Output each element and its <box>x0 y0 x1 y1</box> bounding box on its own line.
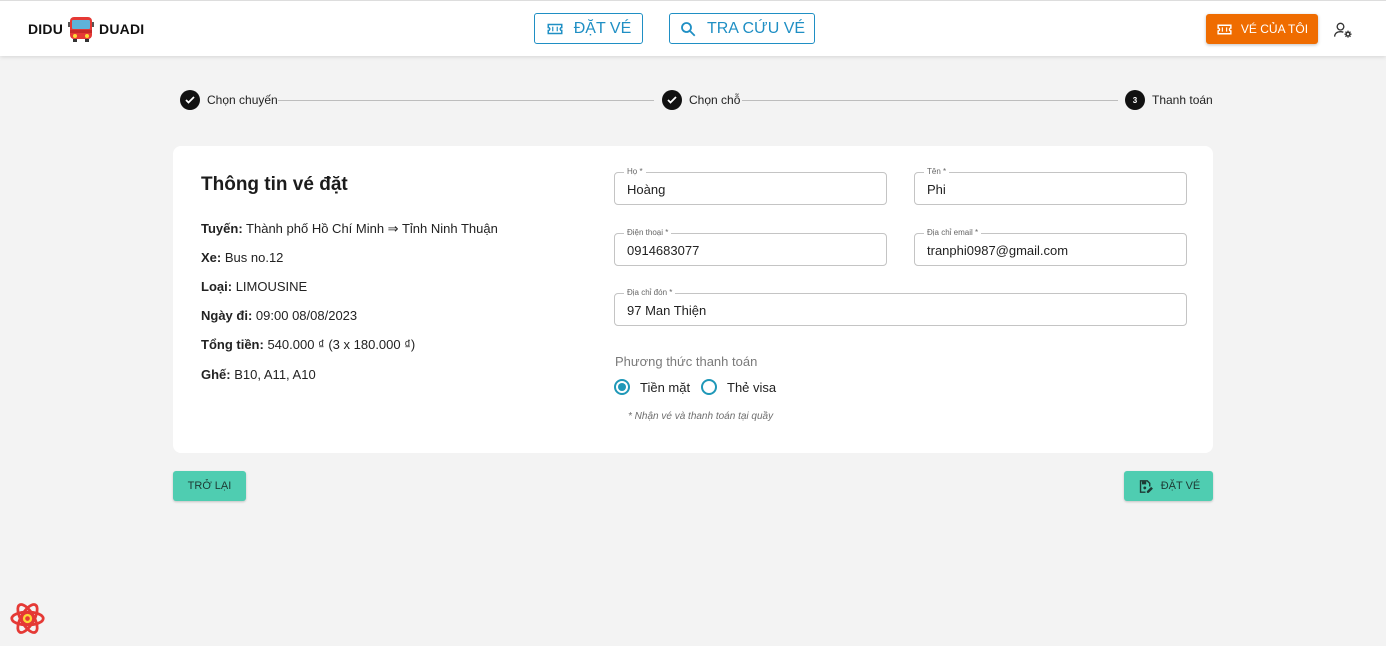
check-icon <box>667 96 677 104</box>
search-icon <box>681 21 696 36</box>
info-value: 09:00 08/08/2023 <box>255 308 358 323</box>
info-label: Ngày đi: <box>201 308 253 323</box>
first-name-value: Phi <box>927 182 946 197</box>
stepper-connector <box>278 100 654 101</box>
step-label: Chọn chuyến <box>207 93 278 107</box>
payment-note: * Nhận vé và thanh toán tại quầy <box>628 411 774 422</box>
email-label: Địa chỉ email * <box>924 227 982 239</box>
booking-card: Thông tin vé đặt Tuyến: Thành phố Hồ Chí… <box>173 146 1213 453</box>
info-seats: Ghế: B10, A11, A10 <box>201 367 316 382</box>
book-ticket-nav-button[interactable]: ĐẶT VÉ <box>534 13 643 44</box>
step-done-indicator <box>180 90 200 110</box>
phone-field[interactable]: Điện thoại * 0914683077 <box>614 227 887 266</box>
info-value: LIMOUSINE <box>235 279 308 294</box>
booking-info-title: Thông tin vé đặt <box>201 174 348 195</box>
pickup-address-field[interactable]: Địa chỉ đón * 97 Man Thiện <box>614 287 1187 326</box>
submit-booking-label: ĐẶT VÉ <box>1160 480 1201 492</box>
info-date: Ngày đi: 09:00 08/08/2023 <box>201 308 357 323</box>
info-label: Loại: <box>201 279 233 294</box>
first-name-label: Tên * <box>924 166 950 178</box>
save-edit-icon <box>1139 479 1153 493</box>
logo-text-left: DIDU <box>28 21 64 37</box>
info-bus: Xe: Bus no.12 <box>201 250 283 265</box>
my-tickets-label: VÉ CỦA TÔI <box>1240 22 1309 36</box>
back-button[interactable]: TRỞ LẠI <box>173 471 246 501</box>
radio-selected-indicator <box>614 379 630 395</box>
step-label: Chọn chỗ <box>689 93 741 107</box>
last-name-label: Họ * <box>624 166 646 178</box>
lookup-ticket-nav-label: TRA CỨU VÉ <box>706 19 806 37</box>
react-devtools-icon[interactable] <box>9 600 46 637</box>
info-type: Loại: LIMOUSINE <box>201 279 307 294</box>
payment-visa-label: Thẻ visa <box>727 379 777 395</box>
bus-icon <box>68 17 95 42</box>
stepper-connector <box>742 100 1118 101</box>
ticket-icon <box>547 23 563 34</box>
email-value: tranphi0987@gmail.com <box>927 243 1069 258</box>
info-total: Tổng tiền: 540.000 ₫ (3 x 180.000 ₫) <box>201 337 415 352</box>
info-value: Thành phố Hồ Chí Minh ⇒ Tỉnh Ninh Thuận <box>246 221 498 236</box>
email-field[interactable]: Địa chỉ email * tranphi0987@gmail.com <box>914 227 1187 266</box>
payment-method-label: Phương thức thanh toán <box>615 354 758 369</box>
lookup-ticket-nav-button[interactable]: TRA CỨU VÉ <box>669 13 815 44</box>
phone-value: 0914683077 <box>627 243 700 258</box>
pickup-address-label: Địa chỉ đón * <box>624 287 676 299</box>
step-done-indicator <box>662 90 682 110</box>
submit-booking-button[interactable]: ĐẶT VÉ <box>1124 471 1213 501</box>
step-number-indicator: 3 <box>1125 90 1145 110</box>
info-label: Xe: <box>201 250 222 265</box>
check-icon <box>185 96 195 104</box>
info-label: Ghế: <box>201 367 231 382</box>
info-value: Bus no.12 <box>224 250 284 265</box>
info-label: Tuyến: <box>201 221 243 236</box>
info-label: Tổng tiền: <box>201 337 264 352</box>
payment-visa-radio[interactable]: Thẻ visa <box>701 379 776 395</box>
info-value: 540.000 ₫ (3 x 180.000 ₫) <box>267 337 416 352</box>
phone-label: Điện thoại * <box>624 227 672 239</box>
app-header: DIDU DUADI ĐẶT VÉ TRA CỨU VÉ VÉ CỦA TÔI <box>0 0 1386 56</box>
step-select-seat: Chọn chỗ <box>662 90 740 110</box>
last-name-field[interactable]: Họ * Hoàng <box>614 166 887 205</box>
step-select-trip: Chọn chuyến <box>180 90 278 110</box>
my-tickets-button[interactable]: VÉ CỦA TÔI <box>1206 14 1318 44</box>
payment-cash-radio[interactable]: Tiền mặt <box>614 379 690 395</box>
step-payment: 3 Thanh toán <box>1125 90 1213 110</box>
step-label: Thanh toán <box>1152 93 1213 107</box>
info-route: Tuyến: Thành phố Hồ Chí Minh ⇒ Tỉnh Ninh… <box>201 221 498 237</box>
radio-unselected-indicator <box>701 379 717 395</box>
ticket-icon <box>1217 24 1232 34</box>
payment-cash-label: Tiền mặt <box>640 379 691 395</box>
first-name-field[interactable]: Tên * Phi <box>914 166 1187 205</box>
user-settings-icon[interactable] <box>1333 20 1353 40</box>
last-name-value: Hoàng <box>627 182 666 197</box>
app-logo[interactable]: DIDU DUADI <box>28 15 144 43</box>
pickup-address-value: 97 Man Thiện <box>627 303 707 318</box>
logo-text-right: DUADI <box>99 21 145 37</box>
info-value: B10, A11, A10 <box>234 367 316 382</box>
book-ticket-nav-label: ĐẶT VÉ <box>573 19 632 37</box>
